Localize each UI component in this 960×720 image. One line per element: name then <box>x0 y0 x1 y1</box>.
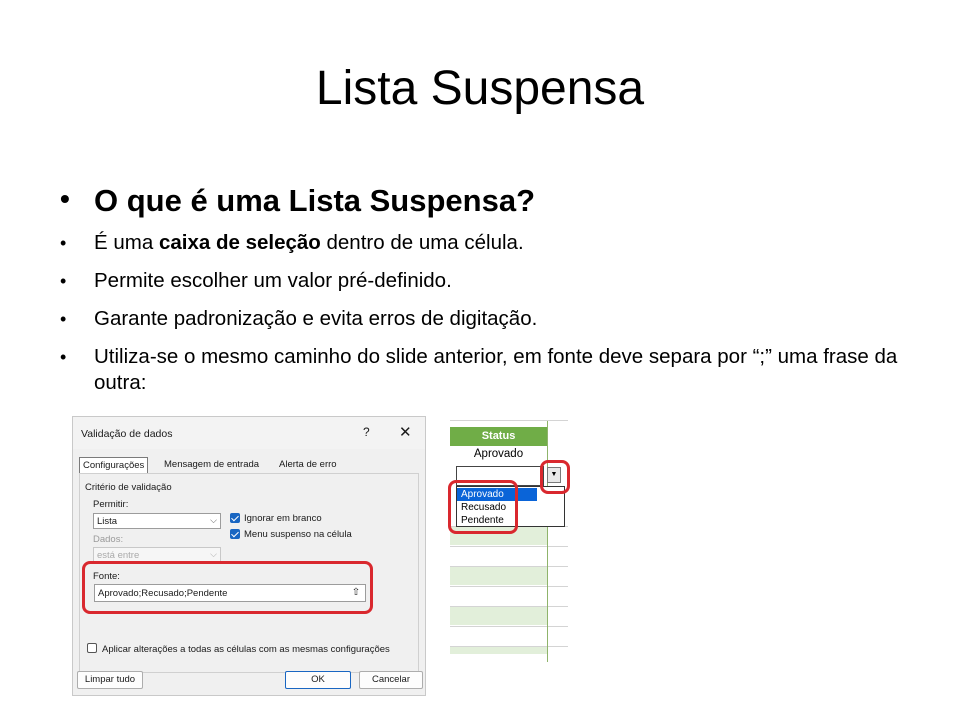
allow-select[interactable]: Lista ⌵ <box>93 513 221 529</box>
grid-line <box>450 646 568 647</box>
in-cell-dropdown-label: Menu suspenso na célula <box>244 529 352 540</box>
banded-row <box>450 606 547 625</box>
criteria-label: Critério de validação <box>85 482 172 493</box>
bullet-definition: • É uma caixa de seleção dentro de uma c… <box>56 230 906 256</box>
bullet-dot: • <box>60 309 67 329</box>
grid-line <box>450 546 568 547</box>
apply-all-label: Aplicar alterações a todas as células co… <box>102 644 390 655</box>
apply-all-checkbox[interactable] <box>87 643 97 653</box>
help-icon[interactable]: ? <box>363 425 370 439</box>
grid-line <box>450 566 568 567</box>
grid-line <box>450 626 568 627</box>
grid-line <box>450 606 568 607</box>
grid-line <box>450 586 568 587</box>
tab-alerta-de-erro[interactable]: Alerta de erro <box>276 457 340 472</box>
banded-row <box>450 566 547 585</box>
slide-title: Lista Suspensa <box>315 62 645 115</box>
tab-mensagem-de-entrada[interactable]: Mensagem de entrada <box>161 457 262 472</box>
clear-all-button[interactable]: Limpar tudo <box>77 671 143 689</box>
bullet-instructions: • Utiliza-se o mesmo caminho do slide an… <box>56 344 906 396</box>
ignore-blank-checkbox[interactable] <box>230 513 240 523</box>
bullet-standardization: • Garante padronização e evita erros de … <box>56 306 906 332</box>
grid-line <box>450 420 568 421</box>
instructions-text: Utiliza-se o mesmo caminho do slide ante… <box>94 345 898 394</box>
dialog-titlebar: Validação de dados ? ✕ <box>73 417 425 449</box>
dropdown-arrow-highlight <box>540 460 570 494</box>
bullet-dot: • <box>60 183 70 214</box>
ok-button[interactable]: OK <box>285 671 351 689</box>
chevron-down-icon: ⌵ <box>210 549 217 559</box>
bullet-dot: • <box>60 271 67 291</box>
bullet-list: • O que é uma Lista Suspensa? • É uma ca… <box>56 178 906 408</box>
spreadsheet-preview: Status Aprovado ▼ <box>450 420 568 662</box>
cancel-button[interactable]: Cancelar <box>359 671 423 689</box>
bullet-choose-value: • Permite escolher um valor pré-definido… <box>56 268 906 294</box>
bullet-dot: • <box>60 233 67 253</box>
close-icon[interactable]: ✕ <box>399 423 412 441</box>
in-cell-dropdown-checkbox[interactable] <box>230 529 240 539</box>
column-border <box>547 420 548 662</box>
definition-post: dentro de uma célula. <box>320 231 524 254</box>
dialog-title: Validação de dados <box>81 428 173 440</box>
allow-label: Permitir: <box>93 499 129 510</box>
allow-value: Lista <box>97 516 118 527</box>
banded-row <box>450 646 547 654</box>
main-question-text: O que é uma Lista Suspensa? <box>94 183 536 218</box>
options-highlight <box>448 480 518 534</box>
bullet-dot: • <box>60 347 67 367</box>
definition-pre: É uma <box>94 231 159 254</box>
bullet-main-question: • O que é uma Lista Suspensa? <box>56 178 906 224</box>
choose-value-text: Permite escolher um valor pré-definido. <box>94 269 452 292</box>
chevron-down-icon: ⌵ <box>210 515 217 525</box>
standardization-text: Garante padronização e evita erros de di… <box>94 307 538 330</box>
data-value: está entre <box>97 550 140 561</box>
tab-configuracoes[interactable]: Configurações <box>79 457 149 474</box>
status-cell[interactable]: Aprovado <box>450 448 547 460</box>
source-highlight <box>82 561 373 614</box>
data-label: Dados: <box>93 534 124 545</box>
data-validation-dialog: Validação de dados ? ✕ Configurações Men… <box>72 416 426 696</box>
status-header: Status <box>450 427 547 446</box>
ignore-blank-label: Ignorar em branco <box>244 513 322 524</box>
definition-bold: caixa de seleção <box>158 231 321 254</box>
